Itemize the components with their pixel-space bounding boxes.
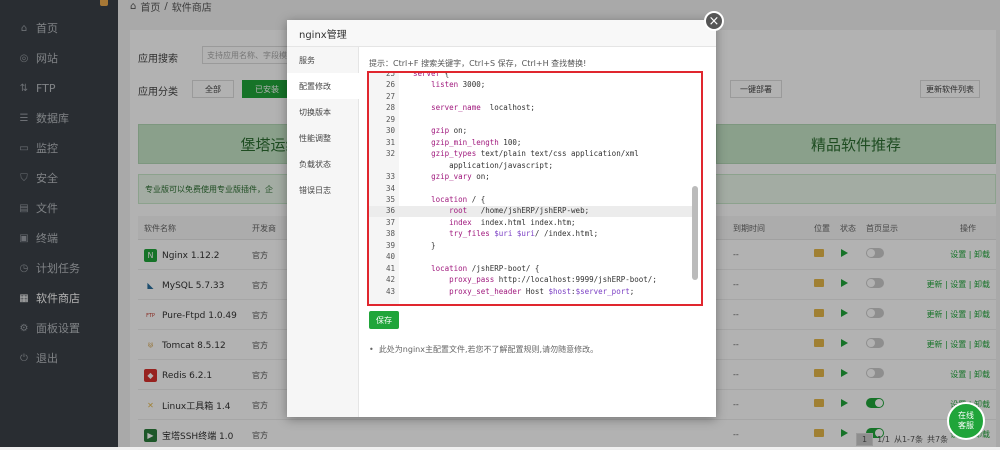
code-text: server { <box>413 71 450 78</box>
code-text: gzip_types text/plain text/css applicati… <box>431 149 639 159</box>
code-text: application/javascript; <box>413 160 553 170</box>
code-line[interactable]: 29 <box>369 115 693 126</box>
code-text: location / { <box>431 194 486 204</box>
code-line[interactable]: application/javascript; <box>369 161 693 172</box>
code-text: location /jshERP-boot/ { <box>431 263 540 273</box>
tab-3[interactable]: 性能调整 <box>287 125 359 151</box>
code-line[interactable]: 26 listen 3000; <box>369 80 693 91</box>
config-note: • 此处为nginx主配置文件,若您不了解配置规则,请勿随意修改。 <box>369 345 599 354</box>
line-number: 34 <box>385 183 395 193</box>
code-line[interactable]: 31 gzip_min_length 100; <box>369 138 693 149</box>
save-button[interactable]: 保存 <box>369 311 399 329</box>
line-number: 40 <box>385 252 395 262</box>
code-text: proxy_set_header Host $host:$server_port… <box>449 286 635 296</box>
code-line[interactable]: 40 <box>369 252 693 263</box>
code-text: gzip_min_length 100; <box>431 137 522 147</box>
line-number: 35 <box>385 194 395 204</box>
line-number: 33 <box>385 172 395 182</box>
code-line[interactable]: 28 server_name localhost; <box>369 103 693 114</box>
tab-2[interactable]: 切换版本 <box>287 99 359 125</box>
line-number: 26 <box>385 80 395 90</box>
line-number: 31 <box>385 137 395 147</box>
tab-4[interactable]: 负载状态 <box>287 151 359 177</box>
code-line[interactable]: 39 } <box>369 241 693 252</box>
config-editor[interactable]: 25 server {26 listen 3000; 27 28 server_nam… <box>367 71 703 306</box>
code-text: gzip_vary on; <box>431 172 490 182</box>
code-text: try_files $uri $uri/ /index.html; <box>449 229 599 239</box>
line-number: 32 <box>385 149 395 159</box>
code-line[interactable]: 43 proxy_set_header Host $host:$server_p… <box>369 287 693 298</box>
online-support-button[interactable]: 在线 客服 <box>947 402 985 440</box>
tab-1[interactable]: 配置修改 <box>287 73 360 99</box>
code-text: server_name localhost; <box>431 103 535 113</box>
tab-0[interactable]: 服务 <box>287 47 359 73</box>
tab-5[interactable]: 错误日志 <box>287 177 359 203</box>
line-number: 25 <box>385 71 395 78</box>
code-text: listen 3000; <box>431 80 486 90</box>
code-text: gzip on; <box>431 126 468 136</box>
line-number: 41 <box>385 263 395 273</box>
shortcut-hint: 提示：Ctrl+F 搜索关键字，Ctrl+S 保存，Ctrl+H 查找替换! <box>369 59 587 68</box>
code-line[interactable]: 35 location / { <box>369 195 693 206</box>
nginx-modal: nginx管理 服务 配置修改 切换版本 性能调整 负载状态 错误日志 提示：Ctrl+F… <box>287 20 716 417</box>
code-line[interactable]: 34 <box>369 184 693 195</box>
line-number: 38 <box>385 229 395 239</box>
code-line[interactable]: 42 proxy_pass http://localhost:9999/jshE… <box>369 275 693 286</box>
modal-tabs: 服务 配置修改 切换版本 性能调整 负载状态 错误日志 <box>287 47 360 417</box>
code-text: index index.html index.htm; <box>449 217 576 227</box>
code-line[interactable]: 41 location /jshERP-boot/ { <box>369 264 693 275</box>
code-line[interactable]: 30 gzip on; <box>369 126 693 137</box>
line-number: 37 <box>385 217 395 227</box>
line-number: 43 <box>385 286 395 296</box>
code-text: } <box>413 240 436 250</box>
line-number: 30 <box>385 126 395 136</box>
line-number: 27 <box>385 91 395 101</box>
line-number: 28 <box>385 103 395 113</box>
close-icon[interactable]: × <box>704 11 724 31</box>
code-line[interactable]: 37 index index.html index.htm; <box>369 218 693 229</box>
code-line[interactable]: 27 <box>369 92 693 103</box>
line-number: 29 <box>385 114 395 124</box>
code-line[interactable]: 36 root /home/jshERP/jshERP-web; <box>369 206 693 218</box>
code-line[interactable]: 38 try_files $uri $uri/ /index.html; <box>369 229 693 240</box>
code-text: proxy_pass http://localhost:9999/jshERP-… <box>449 275 657 285</box>
code-line[interactable]: 25 server { <box>369 71 693 80</box>
line-number: 36 <box>385 206 395 216</box>
line-number: 39 <box>385 240 395 250</box>
modal-title: nginx管理 <box>287 20 716 47</box>
code-text: root /home/jshERP/jshERP-web; <box>449 206 590 216</box>
code-line[interactable]: 32 gzip_types text/plain text/css applic… <box>369 149 693 160</box>
code-line[interactable]: 33 gzip_vary on; <box>369 172 693 183</box>
editor-scrollbar[interactable] <box>692 186 698 280</box>
line-number: 42 <box>385 275 395 285</box>
